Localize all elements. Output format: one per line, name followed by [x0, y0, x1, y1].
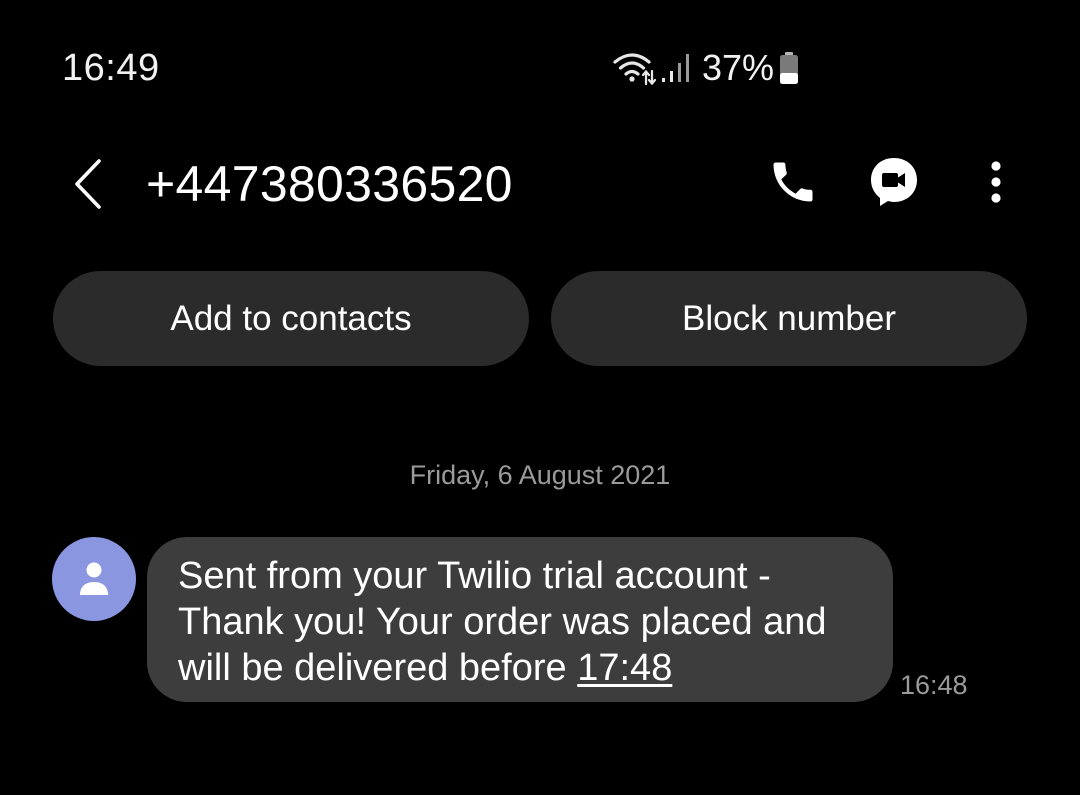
video-call-button[interactable] [864, 152, 924, 212]
phone-icon [773, 162, 813, 202]
battery-icon [780, 52, 799, 84]
message-bubble[interactable]: Sent from your Twilio trial account - Th… [147, 537, 893, 702]
add-to-contacts-button[interactable]: Add to contacts [53, 271, 529, 366]
message-line-2: Thank you! Your order was placed and [178, 601, 827, 643]
date-divider: Friday, 6 August 2021 [409, 460, 671, 490]
message-line-3-text: will be delivered before [178, 647, 578, 689]
message-line-3: will be delivered before 17:48 [178, 645, 863, 691]
contact-avatar[interactable] [52, 537, 136, 621]
call-button[interactable] [764, 152, 822, 212]
back-button[interactable] [62, 154, 114, 214]
time-link[interactable]: 17:48 [577, 647, 672, 689]
more-options-button[interactable] [976, 152, 1016, 212]
person-icon [80, 562, 108, 595]
wifi-icon [613, 53, 656, 86]
signal-icon [662, 54, 689, 82]
contact-number-title: +447380336520 [146, 156, 513, 212]
status-indicators: 37% [612, 46, 800, 90]
message-timestamp: 16:48 [900, 670, 968, 700]
conversation-screen: 16:49 37% +447380336520 Add to contacts … [0, 0, 1080, 795]
block-number-button[interactable]: Block number [551, 271, 1027, 366]
battery-percent: 37% [702, 47, 775, 88]
video-call-icon [871, 158, 917, 206]
back-arrow-icon [75, 159, 101, 209]
message-line-1: Sent from your Twilio trial account - [178, 555, 771, 597]
status-time: 16:49 [62, 47, 160, 89]
more-vertical-icon [991, 161, 1001, 203]
